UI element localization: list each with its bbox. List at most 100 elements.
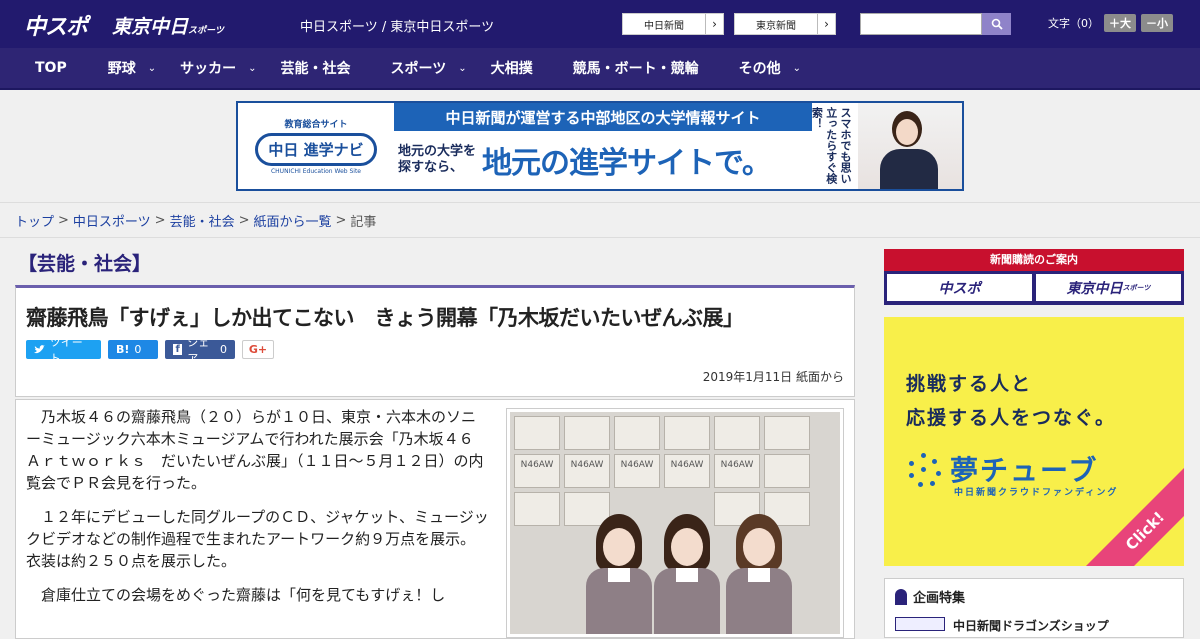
share-buttons: ツイート B! 0 f シェア 0 G+ xyxy=(26,336,274,365)
google-plus-button[interactable]: G+ xyxy=(242,340,274,359)
chevron-down-icon: ⌄ xyxy=(248,62,257,74)
banner-big-text: 地元の進学サイトで。 xyxy=(482,146,772,181)
chevron-down-icon: ⌄ xyxy=(792,62,802,74)
tokyo-chunichi-logo-text: 東京中日 xyxy=(112,16,189,38)
person-face xyxy=(743,528,775,566)
nav-item-top[interactable]: TOP xyxy=(35,60,67,76)
nav-label: スポーツ xyxy=(390,61,447,77)
subscribe-chuspo[interactable]: 中スポ xyxy=(887,274,1032,301)
banner-small-line-1: 地元の大学を xyxy=(398,144,477,160)
photo-box xyxy=(564,416,610,450)
main-nav: TOP 野球 ⌄ サッカー ⌄ 芸能・社会 スポーツ ⌄ 大相撲 競馬・ボート・競輪 … xyxy=(0,48,1200,90)
subscription-logos: 中スポ 東京中日 スポーツ xyxy=(887,274,1181,301)
nav-label: その他 xyxy=(738,61,781,77)
photo-box xyxy=(764,416,810,450)
photo-person xyxy=(584,514,654,634)
font-size-control: 文字（0） ＋大 －小 xyxy=(1048,14,1173,32)
shingaku-navi-banner[interactable]: 教育総合サイト 中日 進学ナビ CHUNICHI Education Web S… xyxy=(236,101,964,191)
main-content: 【芸能・社会】 齋藤飛鳥「すげぇ」しか出てこない きょう開幕「乃木坂だいたいぜん… xyxy=(0,239,1200,639)
feature-title: 企画特集 xyxy=(895,587,965,606)
breadcrumb-separator: > xyxy=(154,212,166,228)
subscribe-tokyo-chunichi-text: 東京中日 xyxy=(1066,280,1123,297)
chevron-down-icon: ⌄ xyxy=(458,62,467,74)
person-collar xyxy=(676,568,698,582)
nav-item-sumo[interactable]: 大相撲 xyxy=(491,58,533,78)
yume-name: 夢チューブ xyxy=(950,454,1099,487)
article-text: 乃木坂４６の齋藤飛鳥（２０）らが１０日、東京・六本木のソニーミュージック六本木ミ… xyxy=(26,406,490,618)
nav-label: 競馬・ボート・競輪 xyxy=(572,61,699,77)
chunichi-shimbun-button[interactable]: 中日新聞 › xyxy=(622,13,724,35)
facebook-share-button[interactable]: f シェア 0 xyxy=(165,336,235,365)
banner-logo: 中日 進学ナビ xyxy=(255,133,377,166)
tokyo-chunichi-logo[interactable]: 東京中日スポーツ xyxy=(112,12,224,39)
yume-copy-line-2: 応援する人をつなぐ。 xyxy=(906,407,1117,429)
font-smaller-button[interactable]: －小 xyxy=(1141,14,1173,32)
yume-tube-ad[interactable]: 挑戦する人と 応援する人をつなぐ。 夢チューブ 中日新聞クラウドファンディング … xyxy=(884,317,1184,566)
subscription-box[interactable]: 新聞購読のご案内 中スポ 東京中日 スポーツ xyxy=(884,249,1184,305)
tokyo-shimbun-button[interactable]: 東京新聞 › xyxy=(734,13,836,35)
search-button[interactable] xyxy=(982,13,1011,35)
banner-small-text: 地元の大学を 探すなら、 xyxy=(398,144,476,175)
nav-label: 芸能・社会 xyxy=(280,61,351,77)
twitter-icon xyxy=(34,345,45,354)
nav-item-racing[interactable]: 競馬・ボート・競輪 xyxy=(573,58,699,78)
person-collar xyxy=(748,568,770,582)
article-header: 齋藤飛鳥「すげぇ」しか出てこない きょう開幕「乃木坂だいたいぜんぶ展」 ツイート… xyxy=(15,285,855,397)
tweet-button[interactable]: ツイート xyxy=(26,336,101,365)
subscribe-tokyo-chunichi[interactable]: 東京中日 スポーツ xyxy=(1036,274,1181,301)
photo-box xyxy=(764,454,810,488)
article-photo[interactable]: N46AW N46AW N46AW N46AW N46AW xyxy=(506,408,844,638)
photo-box xyxy=(514,416,560,450)
tokyo-shimbun-label: 東京新聞 xyxy=(756,20,796,32)
photo-box-label: N46AW xyxy=(564,454,610,488)
photo-scene: N46AW N46AW N46AW N46AW N46AW xyxy=(510,412,840,634)
photo-box xyxy=(664,416,710,450)
font-larger-button[interactable]: ＋大 xyxy=(1104,14,1136,32)
photo-person xyxy=(724,514,794,634)
banner-eng: CHUNICHI Education Web Site xyxy=(270,168,361,175)
nav-item-other[interactable]: その他 ⌄ xyxy=(739,58,801,78)
breadcrumb-link-list[interactable]: 紙面から一覧 xyxy=(254,211,332,230)
nav-item-soccer[interactable]: サッカー ⌄ xyxy=(180,58,256,78)
banner-vertical-text: スマホでも思い立ったらすぐ検索！ xyxy=(810,107,852,184)
nav-item-baseball[interactable]: 野球 ⌄ xyxy=(108,58,156,78)
article-paragraph: 乃木坂４６の齋藤飛鳥（２０）らが１０日、東京・六本木のソニーミュージック六本木ミ… xyxy=(26,408,489,492)
feature-item-label: 中日新聞ドラゴンズショップ xyxy=(953,619,1109,633)
breadcrumb-link-entertainment[interactable]: 芸能・社会 xyxy=(170,211,235,230)
font-size-label: 文字（0） xyxy=(1048,17,1099,30)
yume-copy: 挑戦する人と 応援する人をつなぐ。 xyxy=(906,367,1116,435)
yume-copy-line-1: 挑戦する人と xyxy=(906,373,1033,395)
breadcrumb-separator: > xyxy=(58,212,69,228)
breadcrumb: トップ > 中日スポーツ > 芸能・社会 > 紙面から一覧 > 記事 xyxy=(0,202,1200,238)
site-links[interactable]: 中日スポーツ / 東京中日スポーツ xyxy=(300,16,494,35)
person-face xyxy=(603,528,635,566)
hatena-button[interactable]: B! 0 xyxy=(108,340,158,359)
article-paragraph: 倉庫仕立ての会場をめぐった齋藤は「何を見てもすげぇ！し xyxy=(41,586,446,604)
tokyo-chunichi-logo-small: スポーツ xyxy=(188,26,224,36)
top-header: 中スポ 東京中日スポーツ 中日スポーツ / 東京中日スポーツ 中日新聞 › 東京… xyxy=(0,0,1200,48)
article-headline: 齋藤飛鳥「すげぇ」しか出てこない きょう開幕「乃木坂だいたいぜんぶ展」 xyxy=(26,306,744,330)
subscription-title: 新聞購読のご案内 xyxy=(990,253,1078,266)
nav-label: サッカー xyxy=(180,61,237,77)
photo-box-label: N46AW xyxy=(614,454,660,488)
breadcrumb-link-chuspo[interactable]: 中日スポーツ xyxy=(73,211,151,230)
feature-item[interactable]: 中日新聞ドラゴンズショップ xyxy=(895,617,1109,634)
nav-item-entertainment[interactable]: 芸能・社会 xyxy=(281,58,351,78)
nav-label: 野球 xyxy=(107,61,136,77)
nav-item-sports[interactable]: スポーツ ⌄ xyxy=(391,58,467,78)
search-input[interactable] xyxy=(860,13,982,35)
facebook-share-count: 0 xyxy=(220,343,227,356)
feature-title-text: 企画特集 xyxy=(913,591,966,606)
photo-person xyxy=(652,514,722,634)
subscribe-tokyo-chunichi-small: スポーツ xyxy=(1122,283,1151,292)
chevron-down-icon: ⌄ xyxy=(147,62,157,74)
breadcrumb-separator: > xyxy=(238,212,250,228)
person-collar xyxy=(608,568,630,582)
ribbon-icon xyxy=(895,588,907,605)
banner-sub: 教育総合サイト xyxy=(284,120,348,130)
breadcrumb-link-top[interactable]: トップ xyxy=(15,211,54,230)
model-body xyxy=(880,149,938,189)
breadcrumb-separator: > xyxy=(335,212,347,228)
chuspo-logo[interactable]: 中スポ xyxy=(24,9,88,41)
banner-copy: 中日新聞が運営する中部地区の大学情報サイト 地元の大学を 探すなら、 地元の進学… xyxy=(394,103,812,189)
